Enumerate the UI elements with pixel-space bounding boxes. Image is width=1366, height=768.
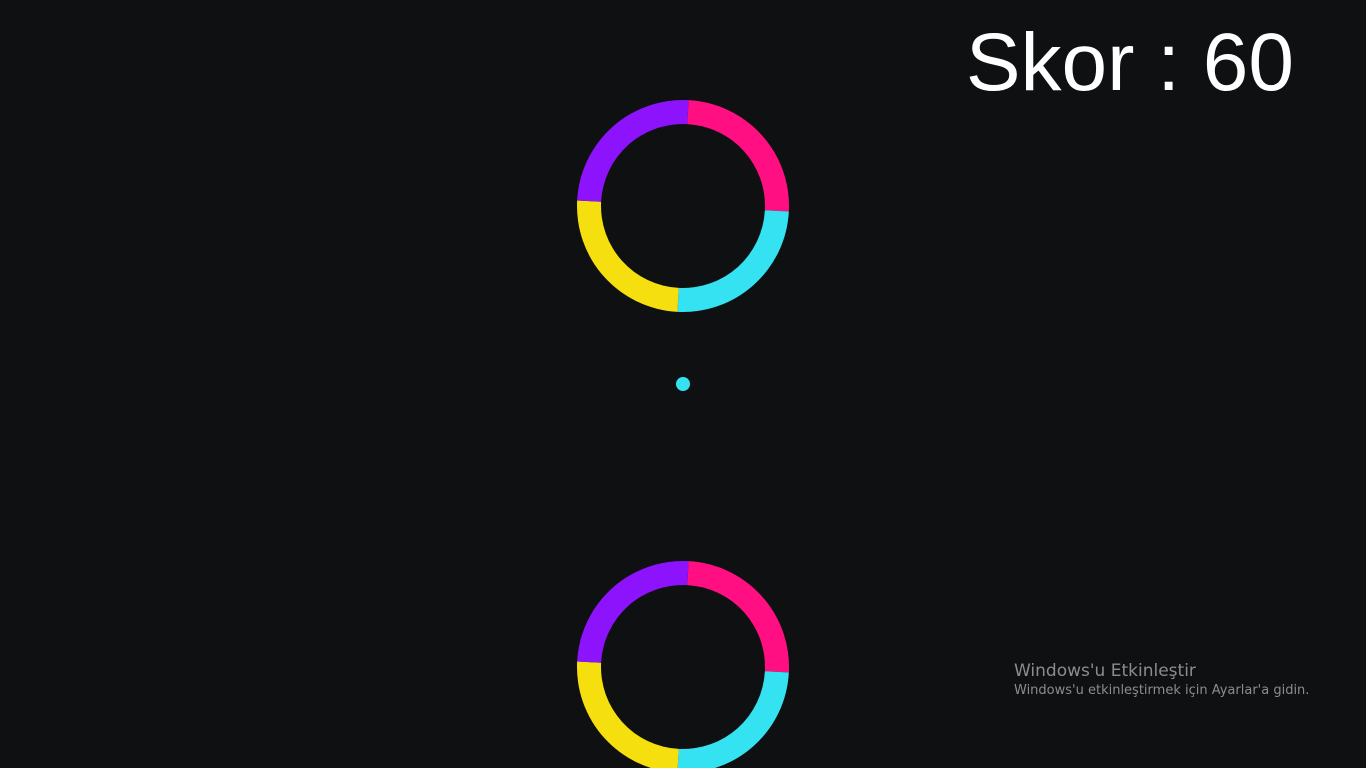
activation-title: Windows'u Etkinleştir: [1014, 661, 1196, 681]
game-screen[interactable]: Skor : 60 Windows'u Etkinleştir Windows'…: [0, 0, 1366, 768]
activation-subtitle: Windows'u etkinleştirmek için Ayarlar'a …: [1014, 683, 1310, 698]
player-ball: [676, 377, 690, 391]
score-display: Skor : 60: [965, 17, 1294, 108]
windows-activation-watermark: Windows'u Etkinleştir Windows'u etkinleş…: [1014, 660, 1309, 700]
game-canvas[interactable]: [0, 0, 1366, 768]
